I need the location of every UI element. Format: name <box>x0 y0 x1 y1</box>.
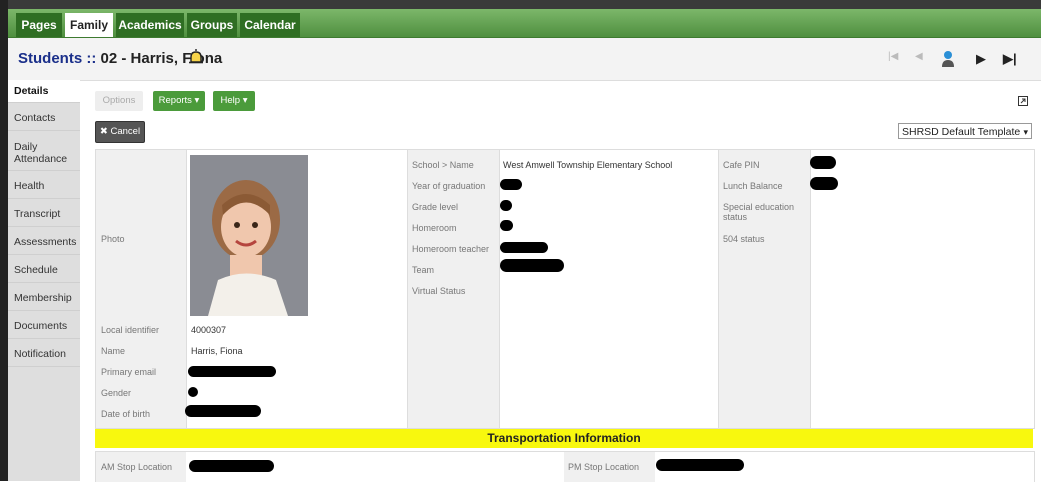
field-value-name: Harris, Fiona <box>191 346 243 356</box>
cancel-button[interactable]: ✖ Cancel <box>95 121 145 143</box>
first-record-icon[interactable]: |◀ <box>888 51 898 62</box>
sidebar-item-health[interactable]: Health <box>8 173 80 199</box>
student-detail-panel: Photo Local identifier 4000307 Name Harr… <box>95 149 1035 429</box>
field-label-date-of-birth: Date of birth <box>101 409 151 419</box>
sidebar: Details Contacts Daily Attendance Health… <box>8 80 80 481</box>
redaction-mark <box>810 177 838 190</box>
student-photo <box>190 155 308 316</box>
field-label-virtual-status: Virtual Status <box>412 286 466 296</box>
sidebar-item-documents[interactable]: Documents <box>8 313 80 339</box>
template-select-value: SHRSD Default Template <box>902 126 1021 138</box>
field-label-grade-level: Grade level <box>412 202 459 212</box>
field-label-team: Team <box>412 265 435 275</box>
sidebar-item-membership[interactable]: Membership <box>8 285 80 311</box>
top-strip <box>8 0 1041 9</box>
field-label-name: Name <box>101 346 126 356</box>
next-record-icon[interactable]: ▶ <box>976 51 986 67</box>
field-label-school-name: School > Name <box>412 160 474 170</box>
field-label-special-education-status: Special education status <box>723 202 795 222</box>
tab-calendar[interactable]: Calendar <box>240 13 300 37</box>
alert-bell-icon[interactable] <box>188 48 204 66</box>
sidebar-item-details[interactable]: Details <box>8 80 80 103</box>
sidebar-item-notification[interactable]: Notification <box>8 341 80 367</box>
last-record-icon[interactable]: ▶| <box>1003 51 1017 67</box>
redaction-mark <box>500 220 513 231</box>
field-label-local-identifier: Local identifier <box>101 325 160 335</box>
field-value-school-name: West Amwell Township Elementary School <box>503 160 673 170</box>
redaction-mark <box>188 387 198 397</box>
redaction-mark <box>500 242 548 253</box>
field-label-homeroom-teacher: Homeroom teacher <box>412 244 490 254</box>
popout-icon[interactable] <box>1018 96 1028 106</box>
field-value-local-identifier: 4000307 <box>191 325 227 335</box>
window-edge <box>0 0 8 481</box>
tab-groups[interactable]: Groups <box>187 13 237 37</box>
field-label-504-status: 504 status <box>723 234 765 244</box>
redaction-mark <box>189 460 274 472</box>
tab-pages[interactable]: Pages <box>16 13 62 37</box>
tab-family[interactable]: Family <box>65 13 113 37</box>
right-label-column <box>719 150 810 428</box>
field-label-lunch-balance: Lunch Balance <box>723 181 783 191</box>
options-button[interactable]: Options <box>95 91 143 111</box>
redaction-mark <box>188 366 276 377</box>
previous-record-icon[interactable]: ◀ <box>915 51 923 62</box>
photo-label: Photo <box>101 234 125 244</box>
sidebar-item-assessments[interactable]: Assessments <box>8 229 80 255</box>
redaction-mark <box>656 459 744 471</box>
redaction-mark <box>810 156 836 169</box>
template-select[interactable]: SHRSD Default Template ▾ <box>898 123 1032 139</box>
pm-stop-location-label: PM Stop Location <box>568 462 640 472</box>
redaction-mark <box>500 259 564 272</box>
sidebar-item-contacts[interactable]: Contacts <box>8 105 80 131</box>
field-label-year-of-graduation: Year of graduation <box>412 181 486 191</box>
reports-button[interactable]: Reports ▾ <box>153 91 205 111</box>
am-stop-location-label: AM Stop Location <box>101 462 173 472</box>
chevron-down-icon: ▾ <box>1023 127 1028 137</box>
transportation-panel: AM Stop Location PM Stop Location <box>95 451 1035 482</box>
page-header: Students :: 02 - Harris, Fiona |◀ ◀ ▶ ▶| <box>8 38 1041 81</box>
details-content: Options Reports ▾ Help ▾ ✖ Cancel SHRSD … <box>80 80 1041 482</box>
field-label-homeroom: Homeroom <box>412 223 457 233</box>
student-list-icon[interactable] <box>940 50 956 68</box>
sidebar-item-transcript[interactable]: Transcript <box>8 201 80 227</box>
sidebar-item-daily-attendance[interactable]: Daily Attendance <box>8 133 80 171</box>
top-nav: Pages Family Academics Groups Calendar <box>8 9 1041 38</box>
redaction-mark <box>185 405 261 417</box>
left-label-column <box>96 150 186 428</box>
sidebar-item-schedule[interactable]: Schedule <box>8 257 80 283</box>
help-button[interactable]: Help ▾ <box>213 91 255 111</box>
field-label-primary-email: Primary email <box>101 367 157 377</box>
tab-academics[interactable]: Academics <box>116 13 184 37</box>
transportation-heading: Transportation Information <box>95 429 1033 448</box>
field-label-gender: Gender <box>101 388 132 398</box>
title-prefix: Students :: <box>18 50 101 67</box>
field-label-cafe-pin: Cafe PIN <box>723 160 760 170</box>
redaction-mark <box>500 200 512 211</box>
redaction-mark <box>500 179 522 190</box>
